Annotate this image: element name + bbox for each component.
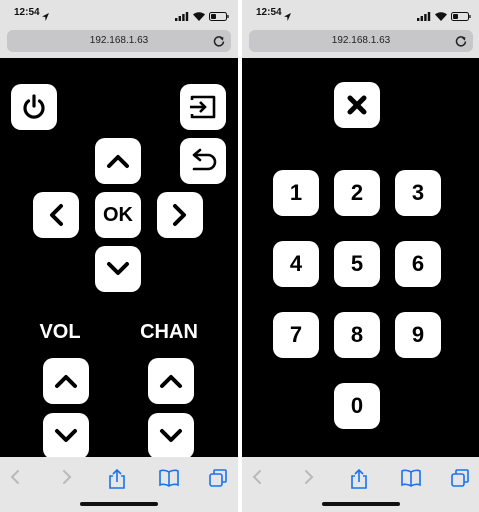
ok-label: OK (103, 203, 133, 226)
location-arrow-icon (42, 8, 49, 26)
close-keypad-button[interactable] (334, 82, 380, 128)
tabs-icon[interactable] (208, 468, 228, 493)
status-time: 12:54 (256, 7, 282, 18)
keypad-panel: 1 2 3 4 5 6 7 8 9 0 (242, 58, 479, 457)
signal-icon (417, 8, 431, 26)
chan-up-button[interactable] (148, 358, 194, 404)
chan-down-button[interactable] (148, 413, 194, 459)
key-label: 1 (289, 180, 303, 205)
bookmarks-icon[interactable] (400, 468, 422, 493)
tabs-icon[interactable] (450, 468, 470, 493)
status-bar: 12:54 (242, 0, 479, 26)
chevron-up-icon (106, 153, 130, 169)
vol-up-button[interactable] (43, 358, 89, 404)
key-label: 5 (350, 251, 364, 276)
key-label: 6 (411, 251, 425, 276)
browser-address-area: 192.168.1.63 (0, 26, 238, 58)
chevron-left-icon (48, 203, 64, 227)
remote-panel: OK VOL CHAN (0, 58, 238, 459)
back-icon (188, 148, 218, 174)
keypad-key-1[interactable]: 1 (273, 170, 319, 216)
keypad-key-3[interactable]: 3 (395, 170, 441, 216)
key-label: 4 (289, 251, 303, 276)
key-label: 3 (411, 180, 425, 205)
address-bar[interactable]: 192.168.1.63 (7, 30, 231, 52)
browser-back-icon[interactable] (8, 468, 22, 491)
keypad-key-2[interactable]: 2 (334, 170, 380, 216)
chevron-down-icon (54, 428, 78, 444)
power-icon (20, 93, 48, 121)
browser-address-area: 192.168.1.63 (242, 26, 479, 58)
chevron-right-icon (172, 203, 188, 227)
browser-forward-icon[interactable] (60, 468, 74, 491)
chevron-up-icon (54, 373, 78, 389)
dpad-right-button[interactable] (157, 192, 203, 238)
bookmarks-icon[interactable] (158, 468, 180, 493)
browser-toolbar (242, 457, 479, 512)
keypad-key-9[interactable]: 9 (395, 312, 441, 358)
keypad-key-5[interactable]: 5 (334, 241, 380, 287)
url-text[interactable]: 192.168.1.63 (7, 35, 231, 46)
chevron-down-icon (106, 261, 130, 277)
reload-icon[interactable] (455, 34, 467, 52)
key-label: 2 (350, 180, 364, 205)
phone-remote-screen: 12:54 192.168.1.63 OK VOL CHAN (0, 0, 238, 512)
keypad-key-0[interactable]: 0 (334, 383, 380, 429)
browser-forward-icon[interactable] (302, 468, 316, 491)
share-icon[interactable] (350, 468, 368, 495)
home-indicator (80, 502, 158, 506)
browser-back-icon[interactable] (250, 468, 264, 491)
key-label: 0 (350, 393, 364, 418)
battery-icon (209, 8, 229, 26)
chan-label: CHAN (140, 321, 198, 343)
address-bar[interactable]: 192.168.1.63 (249, 30, 473, 52)
input-source-button[interactable] (180, 84, 226, 130)
input-icon (189, 94, 217, 120)
chevron-up-icon (159, 373, 183, 389)
dpad-left-button[interactable] (33, 192, 79, 238)
back-button[interactable] (180, 138, 226, 184)
location-arrow-icon (284, 8, 291, 26)
key-label: 7 (289, 322, 303, 347)
vol-down-button[interactable] (43, 413, 89, 459)
keypad-key-4[interactable]: 4 (273, 241, 319, 287)
wifi-icon (193, 8, 205, 26)
battery-icon (451, 8, 471, 26)
keypad-key-7[interactable]: 7 (273, 312, 319, 358)
signal-icon (175, 8, 189, 26)
vol-label: VOL (39, 321, 81, 343)
status-bar: 12:54 (0, 0, 238, 26)
keypad-key-6[interactable]: 6 (395, 241, 441, 287)
status-time: 12:54 (14, 7, 40, 18)
ok-button[interactable]: OK (95, 192, 141, 238)
dpad-up-button[interactable] (95, 138, 141, 184)
share-icon[interactable] (108, 468, 126, 495)
home-indicator (322, 502, 400, 506)
chevron-down-icon (159, 428, 183, 444)
reload-icon[interactable] (213, 34, 225, 52)
dpad-down-button[interactable] (95, 246, 141, 292)
power-button[interactable] (11, 84, 57, 130)
phone-keypad-screen: 12:54 192.168.1.63 1 2 3 4 5 6 7 8 9 0 (242, 0, 479, 512)
key-label: 8 (350, 322, 364, 347)
keypad-key-8[interactable]: 8 (334, 312, 380, 358)
wifi-icon (435, 8, 447, 26)
key-label: 9 (411, 322, 425, 347)
url-text[interactable]: 192.168.1.63 (249, 35, 473, 46)
browser-toolbar (0, 457, 238, 512)
close-icon (346, 94, 368, 116)
